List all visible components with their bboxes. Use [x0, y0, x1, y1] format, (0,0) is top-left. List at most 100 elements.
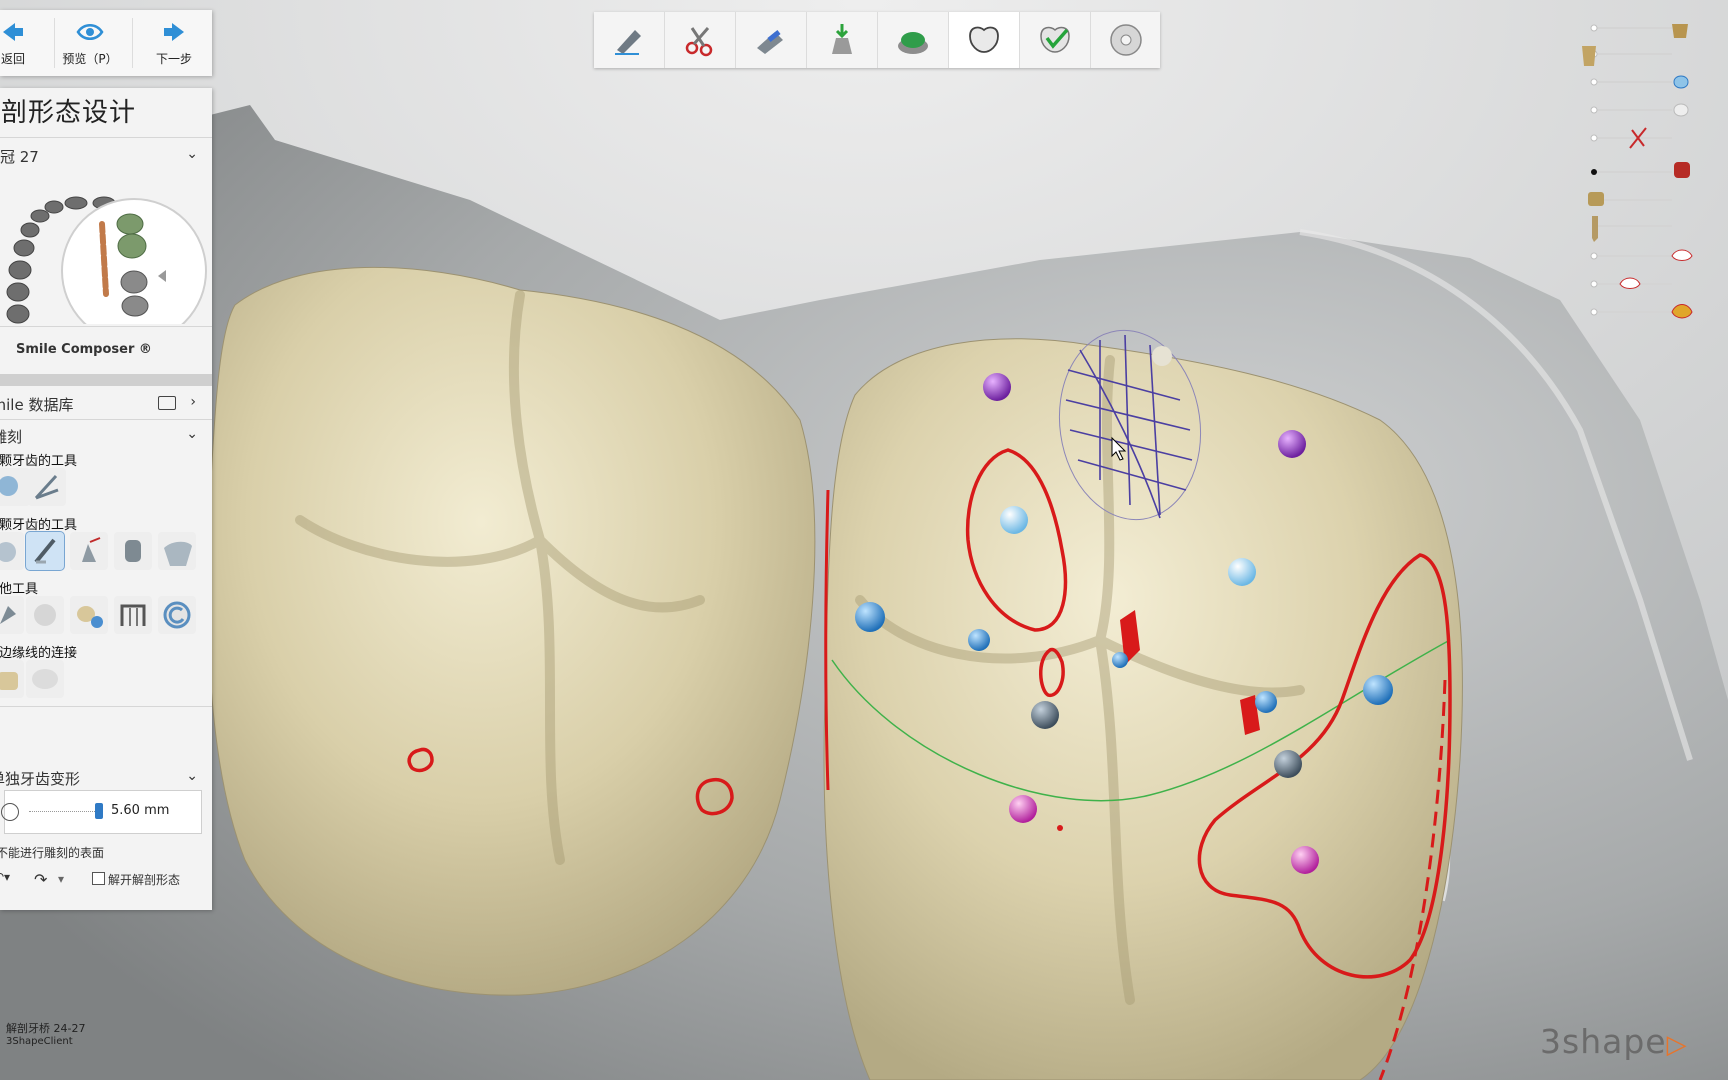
other-tools-label: 其他工具	[0, 582, 39, 597]
tooth-right	[823, 338, 1463, 1080]
other-tool-1[interactable]	[0, 596, 24, 634]
chevron-down-icon: ⌄	[186, 768, 198, 784]
tooth-select-value: 牙冠 27	[0, 148, 39, 166]
margin-pen-button[interactable]	[594, 12, 664, 68]
cutback-icon	[898, 32, 928, 54]
layer-white-tooth-icon	[1673, 103, 1689, 117]
visibility-panel	[1580, 16, 1700, 326]
other-tool-5[interactable]	[158, 596, 196, 634]
control-point[interactable]	[1009, 795, 1037, 823]
single-tooth-tools-label: 单颗牙齿的工具	[0, 518, 78, 533]
coping-icon	[832, 24, 852, 54]
margin-link-tool-1[interactable]	[0, 660, 24, 698]
contact-tool[interactable]	[114, 532, 152, 570]
workflow-toolbar	[594, 12, 1160, 68]
scissors-icon	[685, 27, 713, 57]
add-wax-tool[interactable]	[70, 532, 108, 570]
chevron-right-icon[interactable]: ›	[190, 394, 196, 410]
anatomy-design-button[interactable]	[949, 12, 1019, 68]
navigation-panel: 返回 预览（P） 下一步	[0, 10, 212, 76]
disc-button[interactable]	[1091, 12, 1161, 68]
3d-viewport[interactable]	[0, 0, 1728, 1080]
preview-button[interactable]: 预览（P）	[55, 10, 125, 76]
chevron-down-icon: ⌄	[186, 426, 198, 442]
layer-gold-icon	[1671, 304, 1693, 319]
multi-tooth-tools-label: 多颗牙齿的工具	[0, 454, 78, 469]
undo-redo-row: ↶▾ ↷ ▾ 解开解剖形态	[0, 870, 212, 892]
arrow-right-icon	[139, 22, 209, 50]
control-point[interactable]	[1228, 558, 1256, 586]
layer-blue-tooth-icon	[1673, 75, 1689, 89]
wax-knife-tool[interactable]	[25, 531, 65, 571]
page-title: 解剖形态设计	[0, 98, 137, 128]
multi-wax-knife-tool[interactable]	[28, 468, 66, 506]
control-point[interactable]	[968, 629, 990, 651]
chevron-down-icon: ⌄	[186, 146, 198, 162]
control-point[interactable]	[1278, 430, 1306, 458]
layer-abutment-icon	[1588, 192, 1604, 206]
disc-icon	[1110, 24, 1142, 56]
single-smooth-tool[interactable]	[0, 532, 24, 570]
layer-tooth-icon	[1672, 24, 1688, 38]
control-point[interactable]	[1291, 846, 1319, 874]
smile-library-label: Smile 数据库	[0, 396, 74, 414]
radius-slider[interactable]: 5.60 mm	[1, 790, 202, 834]
insertion-button[interactable]	[736, 12, 806, 68]
flatten-tool[interactable]	[158, 532, 196, 570]
layer-smile-icon	[1619, 277, 1641, 289]
margin-pen-icon	[615, 30, 641, 55]
design-panel: 解剖形态设计 牙冠 27 ⌄ Smile Composer ® Smile 数据…	[0, 88, 212, 910]
check-tooth-button[interactable]	[1020, 12, 1090, 68]
smile-composer-label[interactable]: Smile Composer ®	[16, 342, 212, 357]
insertion-icon	[757, 30, 783, 54]
unlock-checkbox[interactable]	[92, 872, 105, 885]
control-point[interactable]	[1363, 675, 1393, 705]
scissors-button[interactable]	[665, 12, 735, 68]
margin-link-tool-2[interactable]	[26, 660, 64, 698]
margin-link-label: 与边缘线的连接	[0, 646, 78, 661]
next-button[interactable]: 下一步	[139, 10, 209, 76]
preview-label: 预览（P）	[62, 52, 118, 66]
back-button[interactable]: 返回	[0, 10, 48, 76]
other-tool-3[interactable]	[70, 596, 108, 634]
control-point[interactable]	[983, 373, 1011, 401]
layer-red-icon	[1674, 162, 1690, 178]
play-icon[interactable]	[158, 396, 176, 410]
layer-lip-icon	[1671, 249, 1693, 261]
logo-triangle-icon: ▷	[1666, 1030, 1688, 1060]
undo-icon[interactable]: ↶▾	[0, 870, 10, 884]
multi-smooth-tool[interactable]	[0, 468, 30, 506]
back-label: 返回	[0, 52, 25, 66]
redo-icon[interactable]: ↷	[34, 870, 47, 889]
coping-button[interactable]	[807, 12, 877, 68]
control-point[interactable]	[1112, 652, 1128, 668]
layer-implant-icon	[1592, 216, 1598, 242]
control-point[interactable]	[1031, 701, 1059, 729]
check-tooth-icon	[1040, 26, 1070, 53]
redo-dropdown-icon[interactable]: ▾	[58, 872, 64, 886]
control-point[interactable]	[1255, 691, 1277, 713]
tooth-chart[interactable]	[0, 174, 212, 344]
smile-library-row[interactable]: Smile 数据库 ›	[0, 394, 212, 415]
control-point[interactable]	[1274, 750, 1302, 778]
tooth-select[interactable]: 牙冠 27 ⌄	[0, 146, 212, 168]
control-point[interactable]	[855, 602, 885, 632]
radius-value: 5.60 mm	[111, 803, 170, 818]
eye-icon	[55, 22, 125, 50]
other-tool-2[interactable]	[26, 596, 64, 634]
arrow-left-icon	[0, 22, 48, 50]
slider-thumb[interactable]	[95, 803, 103, 819]
other-tool-4[interactable]	[114, 596, 152, 634]
brand-logo: 3shape▷	[1540, 1022, 1688, 1061]
next-label: 下一步	[155, 52, 192, 66]
clock-icon	[1, 803, 19, 821]
control-point[interactable]	[1000, 506, 1028, 534]
no-sculpt-surface-label: 不能进行雕刻的表面	[0, 846, 105, 860]
client-label: 3ShapeClient	[6, 1036, 73, 1047]
layer-model-icon	[1582, 46, 1596, 66]
deform-section-label: 单独牙齿变形	[0, 770, 81, 788]
cutback-button[interactable]	[878, 12, 948, 68]
project-label: 解剖牙桥 24-27	[6, 1022, 86, 1035]
brand-logo-text: 3shape	[1540, 1022, 1667, 1061]
sculpt-section-header[interactable]: 雕刻 ⌄	[0, 426, 212, 447]
